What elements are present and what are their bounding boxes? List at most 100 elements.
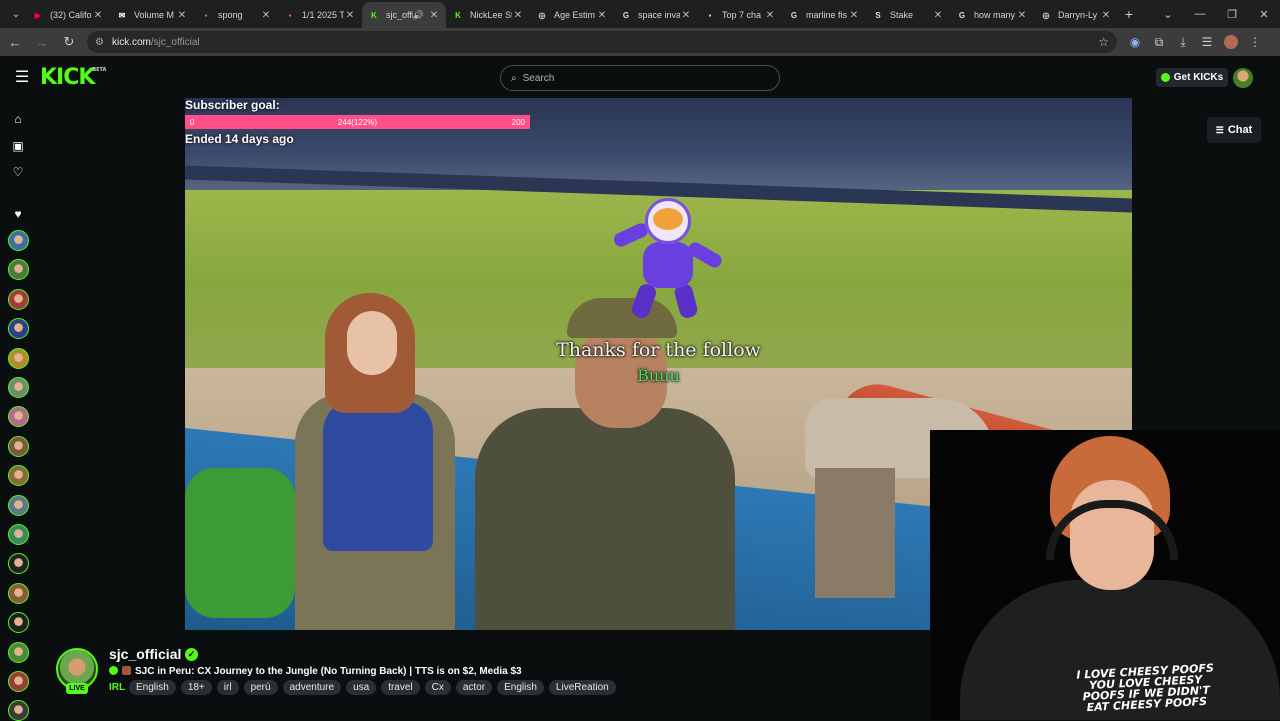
search-input[interactable] <box>522 72 753 84</box>
stream-tag[interactable]: LiveReation <box>548 680 616 695</box>
tab-title: NickLee St <box>470 10 512 20</box>
followed-channel-avatar[interactable] <box>8 524 29 545</box>
browser-tab[interactable]: ◎ Age Estim ✕ <box>530 2 614 28</box>
followed-channel-avatar[interactable] <box>8 288 29 310</box>
window-controls: ⌄ — ❐ ✕ <box>1152 0 1280 28</box>
tab-search-icon[interactable]: ⌄ <box>6 4 26 24</box>
browser-tab[interactable]: ◎ Darryn-Ly ✕ <box>1034 2 1118 28</box>
extensions-icon[interactable]: ⧉ <box>1147 31 1171 53</box>
close-tab-icon[interactable]: ✕ <box>1100 10 1112 21</box>
profile-avatar[interactable] <box>1224 35 1238 49</box>
stream-tag[interactable]: perú <box>243 680 278 695</box>
browser-tab[interactable]: Ksjc_offi 🔊 ✕ <box>362 2 446 28</box>
browser-tab[interactable]: S Stake ✕ <box>866 2 950 28</box>
browser-tab[interactable]: Gmarline fis ✕ <box>782 2 866 28</box>
close-tab-icon[interactable]: ✕ <box>680 10 692 21</box>
chevron-down-icon[interactable]: ⌄ <box>1152 0 1184 28</box>
goal-title: Subscriber goal: <box>185 98 280 112</box>
followed-channel-avatar[interactable] <box>8 612 29 634</box>
minimize-button[interactable]: — <box>1184 0 1216 28</box>
browser-tab[interactable]: ▪ Top 7 cha ✕ <box>698 2 782 28</box>
category-link[interactable]: IRL <box>109 682 125 693</box>
search-box[interactable]: ⌕ <box>500 65 780 91</box>
stream-tag[interactable]: English <box>129 680 176 695</box>
stream-tag[interactable]: Cx <box>424 680 451 695</box>
subscriber-goal-bar: 0 244(122%) 200 <box>185 115 530 129</box>
streamer-name[interactable]: sjc_official <box>109 646 181 662</box>
close-tab-icon[interactable]: ✕ <box>92 10 104 21</box>
tab-favicon-icon: K <box>371 10 377 20</box>
followed-channel-avatar[interactable] <box>8 494 29 516</box>
close-tab-icon[interactable]: ✕ <box>512 10 524 21</box>
close-tab-icon[interactable]: ✕ <box>260 10 272 21</box>
more-menu-icon[interactable]: ⋮ <box>1243 31 1267 53</box>
restore-button[interactable]: ❐ <box>1216 0 1248 28</box>
followed-channel-avatar[interactable] <box>8 259 29 281</box>
stream-tag[interactable]: English <box>497 680 544 695</box>
back-button[interactable]: ← <box>3 30 27 54</box>
followed-channel-avatar[interactable] <box>8 318 29 340</box>
browser-tab[interactable]: ▪ spong ✕ <box>194 2 278 28</box>
followed-channel-avatar[interactable] <box>8 641 29 663</box>
close-tab-icon[interactable]: ✕ <box>848 10 860 21</box>
address-bar[interactable]: ⚙ kick.com/sjc_official ☆ <box>87 31 1117 53</box>
stream-tag[interactable]: travel <box>381 680 420 695</box>
browser-tab[interactable]: ▶ (32) Califo ✕ <box>26 2 110 28</box>
stream-tag[interactable]: actor <box>455 680 493 695</box>
follow-alert-name: Buuu <box>637 366 680 385</box>
close-tab-icon[interactable]: ✕ <box>764 10 776 21</box>
menu-icon[interactable]: ☰ <box>12 67 32 87</box>
close-tab-icon[interactable]: ✕ <box>1016 10 1028 21</box>
tab-title: Top 7 cha <box>722 10 762 20</box>
followed-channel-avatar[interactable] <box>8 465 29 487</box>
followed-channel-avatar[interactable] <box>8 553 29 575</box>
site-info-icon[interactable]: ⚙ <box>95 37 104 48</box>
tab-title: (32) Califo <box>50 10 92 20</box>
media-controls-icon[interactable]: ☰ <box>1195 31 1219 53</box>
followed-channel-avatar[interactable] <box>8 700 29 721</box>
get-kicks-button[interactable]: Get KICKs <box>1156 68 1228 87</box>
browser-tab[interactable]: K NickLee St ✕ <box>446 2 530 28</box>
close-tab-icon[interactable]: ✕ <box>596 10 608 21</box>
new-tab-button[interactable]: + <box>1118 6 1140 22</box>
speaker-icon[interactable]: 🔊 <box>413 10 424 21</box>
reload-button[interactable]: ↻ <box>57 30 81 54</box>
close-tab-icon[interactable]: ✕ <box>932 10 944 21</box>
followed-channel-avatar[interactable] <box>8 435 29 457</box>
stream-tag[interactable]: usa <box>346 680 377 695</box>
followed-channel-avatar[interactable] <box>8 582 29 604</box>
browser-tab[interactable]: ✉ Volume M ✕ <box>110 2 194 28</box>
stream-tag[interactable]: irl <box>216 680 239 695</box>
followed-channel-avatar[interactable] <box>8 377 29 398</box>
chat-button[interactable]: ☰ Chat <box>1207 117 1261 143</box>
forward-button[interactable]: → <box>30 30 54 54</box>
goal-max: 200 <box>511 117 525 127</box>
beta-badge: BETA <box>92 66 107 73</box>
bookmark-star-icon[interactable]: ☆ <box>1098 35 1109 49</box>
stream-tag[interactable]: 18+ <box>180 680 212 695</box>
kick-logo[interactable]: KICK BETA <box>40 65 106 90</box>
followed-channel-avatar[interactable] <box>8 347 29 369</box>
browser-tab[interactable]: ▪ 1/1 2025 T ✕ <box>278 2 362 28</box>
followed-channels-heart-icon: ♥ <box>14 207 22 221</box>
browser-tab[interactable]: Ghow many ✕ <box>950 2 1034 28</box>
followed-channel-avatar[interactable] <box>8 406 29 428</box>
followed-channel-avatar[interactable] <box>8 671 29 692</box>
close-tab-icon[interactable]: ✕ <box>176 10 188 21</box>
tab-title: Age Estim <box>554 10 596 20</box>
browser-tab[interactable]: Gspace inva ✕ <box>614 2 698 28</box>
stream-tag[interactable]: adventure <box>282 680 342 695</box>
followed-channel-avatar[interactable] <box>8 230 29 251</box>
user-avatar[interactable] <box>1233 68 1253 88</box>
media-icon[interactable]: ◉ <box>1123 31 1147 53</box>
browse-icon[interactable]: ▣ <box>9 137 27 155</box>
home-icon[interactable]: ⌂ <box>9 110 27 128</box>
close-tab-icon[interactable]: ✕ <box>344 10 356 21</box>
close-window-button[interactable]: ✕ <box>1248 0 1280 28</box>
download-icon[interactable]: ⤓ <box>1171 31 1195 53</box>
tab-favicon-icon: G <box>790 10 798 20</box>
close-tab-icon[interactable]: ✕ <box>428 10 440 21</box>
sidebar: ⌂ ▣ ♡ ♥ <box>0 98 36 721</box>
tab-favicon-icon: ◎ <box>1042 10 1050 20</box>
following-icon[interactable]: ♡ <box>9 163 27 181</box>
